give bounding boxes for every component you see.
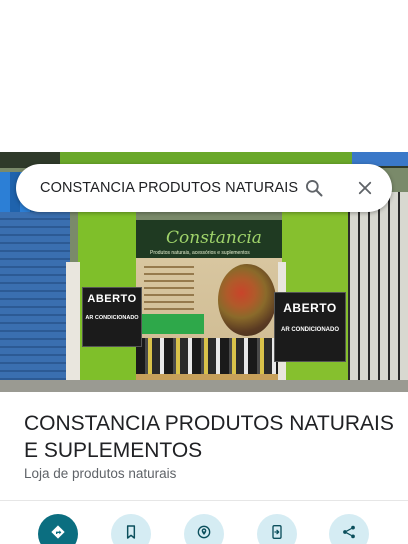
poster-right-title: ABERTO: [283, 301, 337, 315]
directions-button[interactable]: [38, 514, 78, 544]
photo-pillar-left: [66, 262, 80, 392]
poster-right: ABERTO AR CONDICIONADO: [274, 292, 346, 362]
poster-left-subtitle: AR CONDICIONADO: [85, 315, 139, 321]
place-info-panel: CONSTANCIA PRODUTOS NATURAIS E SUPLEMENT…: [0, 392, 408, 544]
photo-green-tag: [140, 314, 204, 334]
search-input[interactable]: CONSTANCIA PRODUTOS NATURAIS E SUPLEMENT…: [40, 164, 302, 212]
send-to-phone-button[interactable]: [257, 514, 297, 544]
bookmark-icon: [126, 525, 136, 539]
nearby-icon: [197, 525, 211, 539]
search-bar[interactable]: CONSTANCIA PRODUTOS NATURAIS E SUPLEMENT…: [16, 164, 392, 212]
search-icon[interactable]: [302, 176, 326, 200]
place-category: Loja de produtos naturais: [24, 466, 177, 481]
photo-spice-plate: [218, 264, 276, 336]
photo-blue-shutter: [0, 212, 70, 392]
poster-left-title: ABERTO: [87, 293, 137, 305]
share-button[interactable]: [329, 514, 369, 544]
close-icon[interactable]: [353, 176, 377, 200]
send-to-phone-icon: [272, 525, 282, 539]
share-icon: [343, 525, 355, 539]
save-button[interactable]: [111, 514, 151, 544]
photo-sign-list: [144, 266, 194, 312]
photo-grate: [348, 192, 408, 392]
directions-icon: [51, 525, 65, 539]
action-row: [0, 514, 408, 544]
poster-left: ABERTO AR CONDICIONADO: [82, 287, 142, 347]
nearby-button[interactable]: [184, 514, 224, 544]
maps-place-view: Constancia Produtos naturais, acessórios…: [0, 0, 408, 544]
divider: [0, 500, 408, 501]
photo-sign-subtitle: Produtos naturais, acessórios e suplemen…: [150, 250, 250, 256]
place-title: CONSTANCIA PRODUTOS NATURAIS E SUPLEMENT…: [24, 412, 394, 462]
poster-right-subtitle: AR CONDICIONADO: [281, 327, 339, 333]
photo-sign-logo: Constancia: [166, 228, 262, 248]
photo-floor: [0, 380, 408, 392]
